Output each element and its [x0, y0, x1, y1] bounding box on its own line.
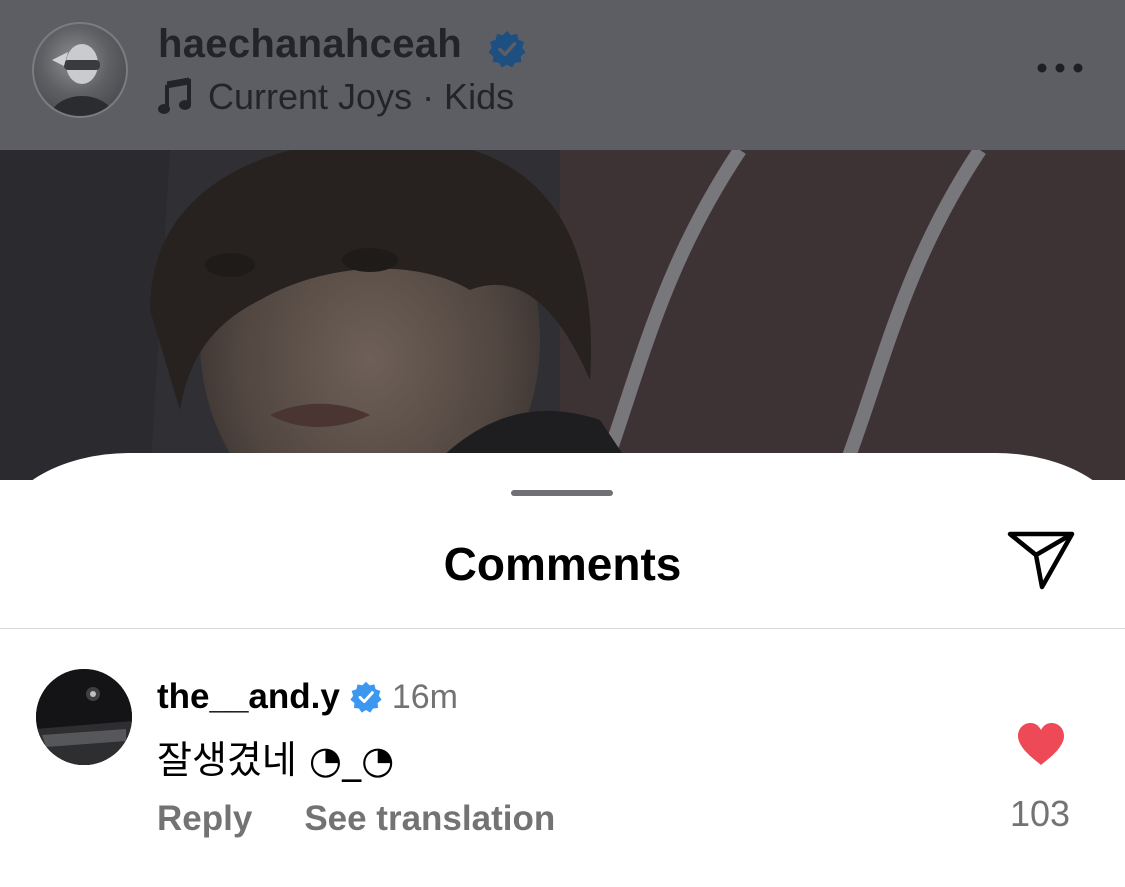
sheet-title: Comments — [443, 538, 682, 590]
heart-icon[interactable] — [1016, 722, 1066, 766]
sheet-grabber[interactable] — [511, 490, 613, 496]
send-icon[interactable] — [1006, 529, 1076, 591]
post-author-username[interactable]: haechanahceah — [158, 22, 462, 67]
reply-button[interactable]: Reply — [157, 799, 252, 839]
commenter-avatar[interactable] — [36, 669, 132, 765]
comment-header: the__and.y 16m — [157, 677, 458, 717]
like-count: 103 — [1009, 793, 1071, 834]
verified-badge-icon — [488, 30, 526, 68]
comments-sheet: Comments the__and.y 16m 잘생겼네 ◔_◔ Reply S… — [0, 453, 1125, 887]
music-attribution[interactable]: Current Joys · Kids — [158, 76, 514, 118]
comment-text: 잘생겼네 ◔_◔ — [157, 738, 395, 782]
commenter-username[interactable]: the__and.y — [157, 677, 340, 717]
comment-actions: Reply See translation — [157, 799, 607, 839]
verified-badge-icon — [350, 681, 382, 713]
post-photo[interactable] — [0, 150, 1125, 480]
comment-timestamp: 16m — [391, 677, 458, 716]
comment-item: the__and.y 16m 잘생겼네 ◔_◔ Reply See transl… — [0, 629, 1125, 887]
see-translation-button[interactable]: See translation — [304, 799, 555, 839]
post-header: haechanahceah Current Joys · Kids — [0, 0, 1125, 150]
more-options-icon[interactable] — [1035, 58, 1085, 78]
post-author-avatar[interactable] — [32, 22, 128, 118]
music-label: Current Joys · Kids — [208, 76, 515, 117]
music-note-icon — [158, 77, 191, 114]
